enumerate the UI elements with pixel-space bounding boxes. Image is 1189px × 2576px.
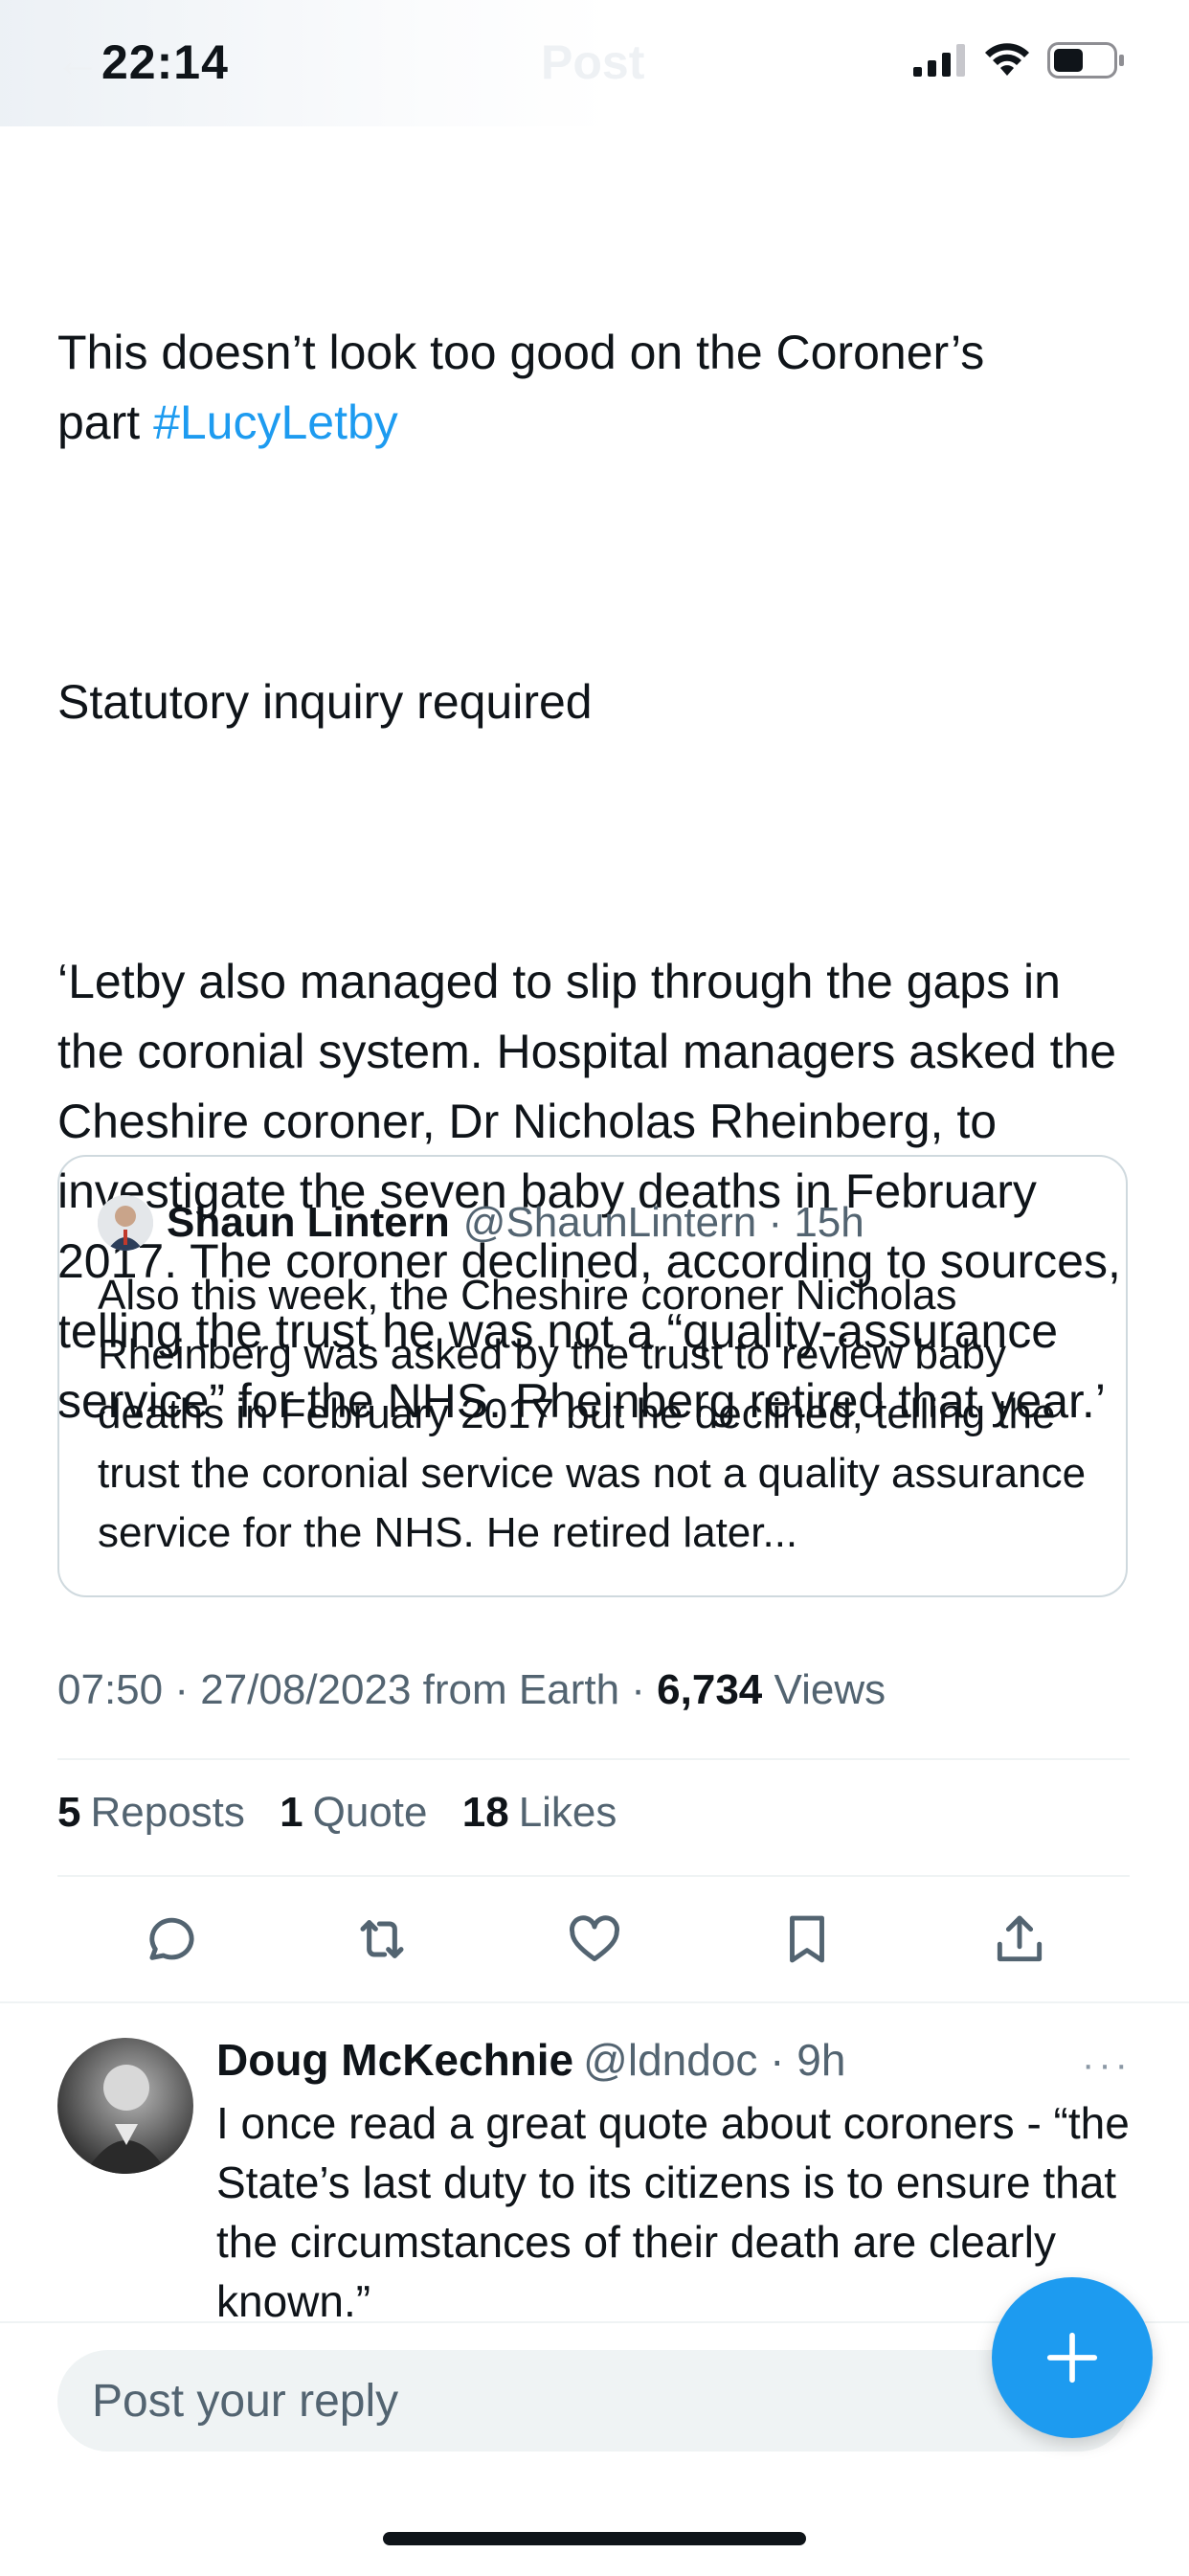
quotes-label: Quote [312, 1789, 428, 1836]
repost-icon [360, 1920, 404, 1958]
reply-author-handle: @ldndoc · 9h [583, 2035, 846, 2085]
quoted-author-handle: @ShaunLintern · 15h [462, 1199, 864, 1246]
share-icon [997, 1915, 1043, 1962]
bookmark-button[interactable] [774, 1906, 841, 1973]
hashtag-link[interactable]: #LucyLetby [153, 395, 398, 449]
plus-icon [1046, 2332, 1098, 2384]
reply-text: I once read a great quote about coroners… [216, 2098, 1130, 2326]
header-title: Post [541, 35, 645, 89]
divider [57, 1758, 1130, 1760]
divider [0, 2001, 1189, 2003]
quoted-author-name[interactable]: Shaun Lintern [167, 1199, 450, 1247]
repost-button[interactable] [348, 1906, 415, 1973]
bookmark-icon [790, 1915, 824, 1963]
reply-button[interactable] [136, 1906, 203, 1973]
tweet-meta: 07:50 · 27/08/2023 from Earth · 6,734 Vi… [57, 1666, 886, 1713]
home-indicator[interactable] [383, 2532, 806, 2545]
reposts-label: Reposts [90, 1789, 245, 1836]
reply-author-name[interactable]: Doug McKechnie [216, 2035, 573, 2085]
reply-handle-text: @ldndoc [583, 2035, 758, 2085]
compose-fab-button[interactable] [992, 2277, 1153, 2438]
wifi-icon [985, 43, 1029, 76]
quotes-count: 1 [280, 1789, 303, 1836]
more-options-icon[interactable]: ··· [1082, 2044, 1132, 2087]
likes-stat[interactable]: 18 Likes [462, 1789, 617, 1836]
action-bar [0, 1906, 1189, 1982]
likes-count: 18 [461, 1789, 509, 1836]
battery-icon [1047, 42, 1124, 79]
tweet-source: from Earth [422, 1666, 620, 1713]
reposts-count: 5 [57, 1789, 81, 1836]
reply-time: 9h [796, 2035, 846, 2085]
reply-input[interactable] [57, 2350, 1130, 2452]
divider [57, 1875, 1130, 1877]
reposts-stat[interactable]: 5 Reposts [57, 1789, 245, 1836]
back-arrow-icon[interactable]: ← [54, 33, 101, 88]
reply-tweet[interactable]: Doug McKechnie @ldndoc · 9h ··· I once re… [0, 2005, 1189, 2331]
status-icons [913, 42, 1126, 79]
avatar[interactable] [57, 2038, 193, 2174]
tweet-date: 27/08/2023 [200, 1666, 412, 1713]
engagement-stats: 5 Reposts 1 Quote 18 Likes [57, 1789, 639, 1837]
like-icon [570, 1915, 619, 1962]
signal-icon [913, 44, 965, 77]
tweet-paragraph-2: Statutory inquiry required [57, 675, 593, 729]
tweet-line-2: part [57, 395, 154, 449]
quoted-handle-text: @ShaunLintern [462, 1199, 757, 1246]
status-bar: ← Post 22:14 [0, 0, 1189, 126]
reply-header: Doug McKechnie @ldndoc · 9h [216, 2034, 845, 2086]
quoted-tweet-card[interactable]: Shaun Lintern @ShaunLintern · 15h Also t… [57, 1155, 1128, 1597]
views-count: 6,734 [657, 1666, 763, 1713]
quoted-time: 15h [794, 1199, 864, 1246]
likes-label: Likes [518, 1789, 617, 1836]
status-time: 22:14 [101, 35, 229, 89]
quotes-stat[interactable]: 1 Quote [280, 1789, 427, 1836]
reply-icon [149, 1917, 194, 1960]
share-button[interactable] [986, 1906, 1053, 1973]
avatar [98, 1195, 153, 1251]
tweet-time: 07:50 [57, 1666, 164, 1713]
views-label: Views [774, 1666, 886, 1713]
tweet-line-1: This doesn’t look too good on the Corone… [57, 326, 985, 379]
quoted-tweet-header: Shaun Lintern @ShaunLintern · 15h [98, 1195, 864, 1251]
like-button[interactable] [561, 1906, 628, 1973]
quoted-tweet-text: Also this week, the Cheshire coroner Nic… [98, 1272, 1087, 1556]
